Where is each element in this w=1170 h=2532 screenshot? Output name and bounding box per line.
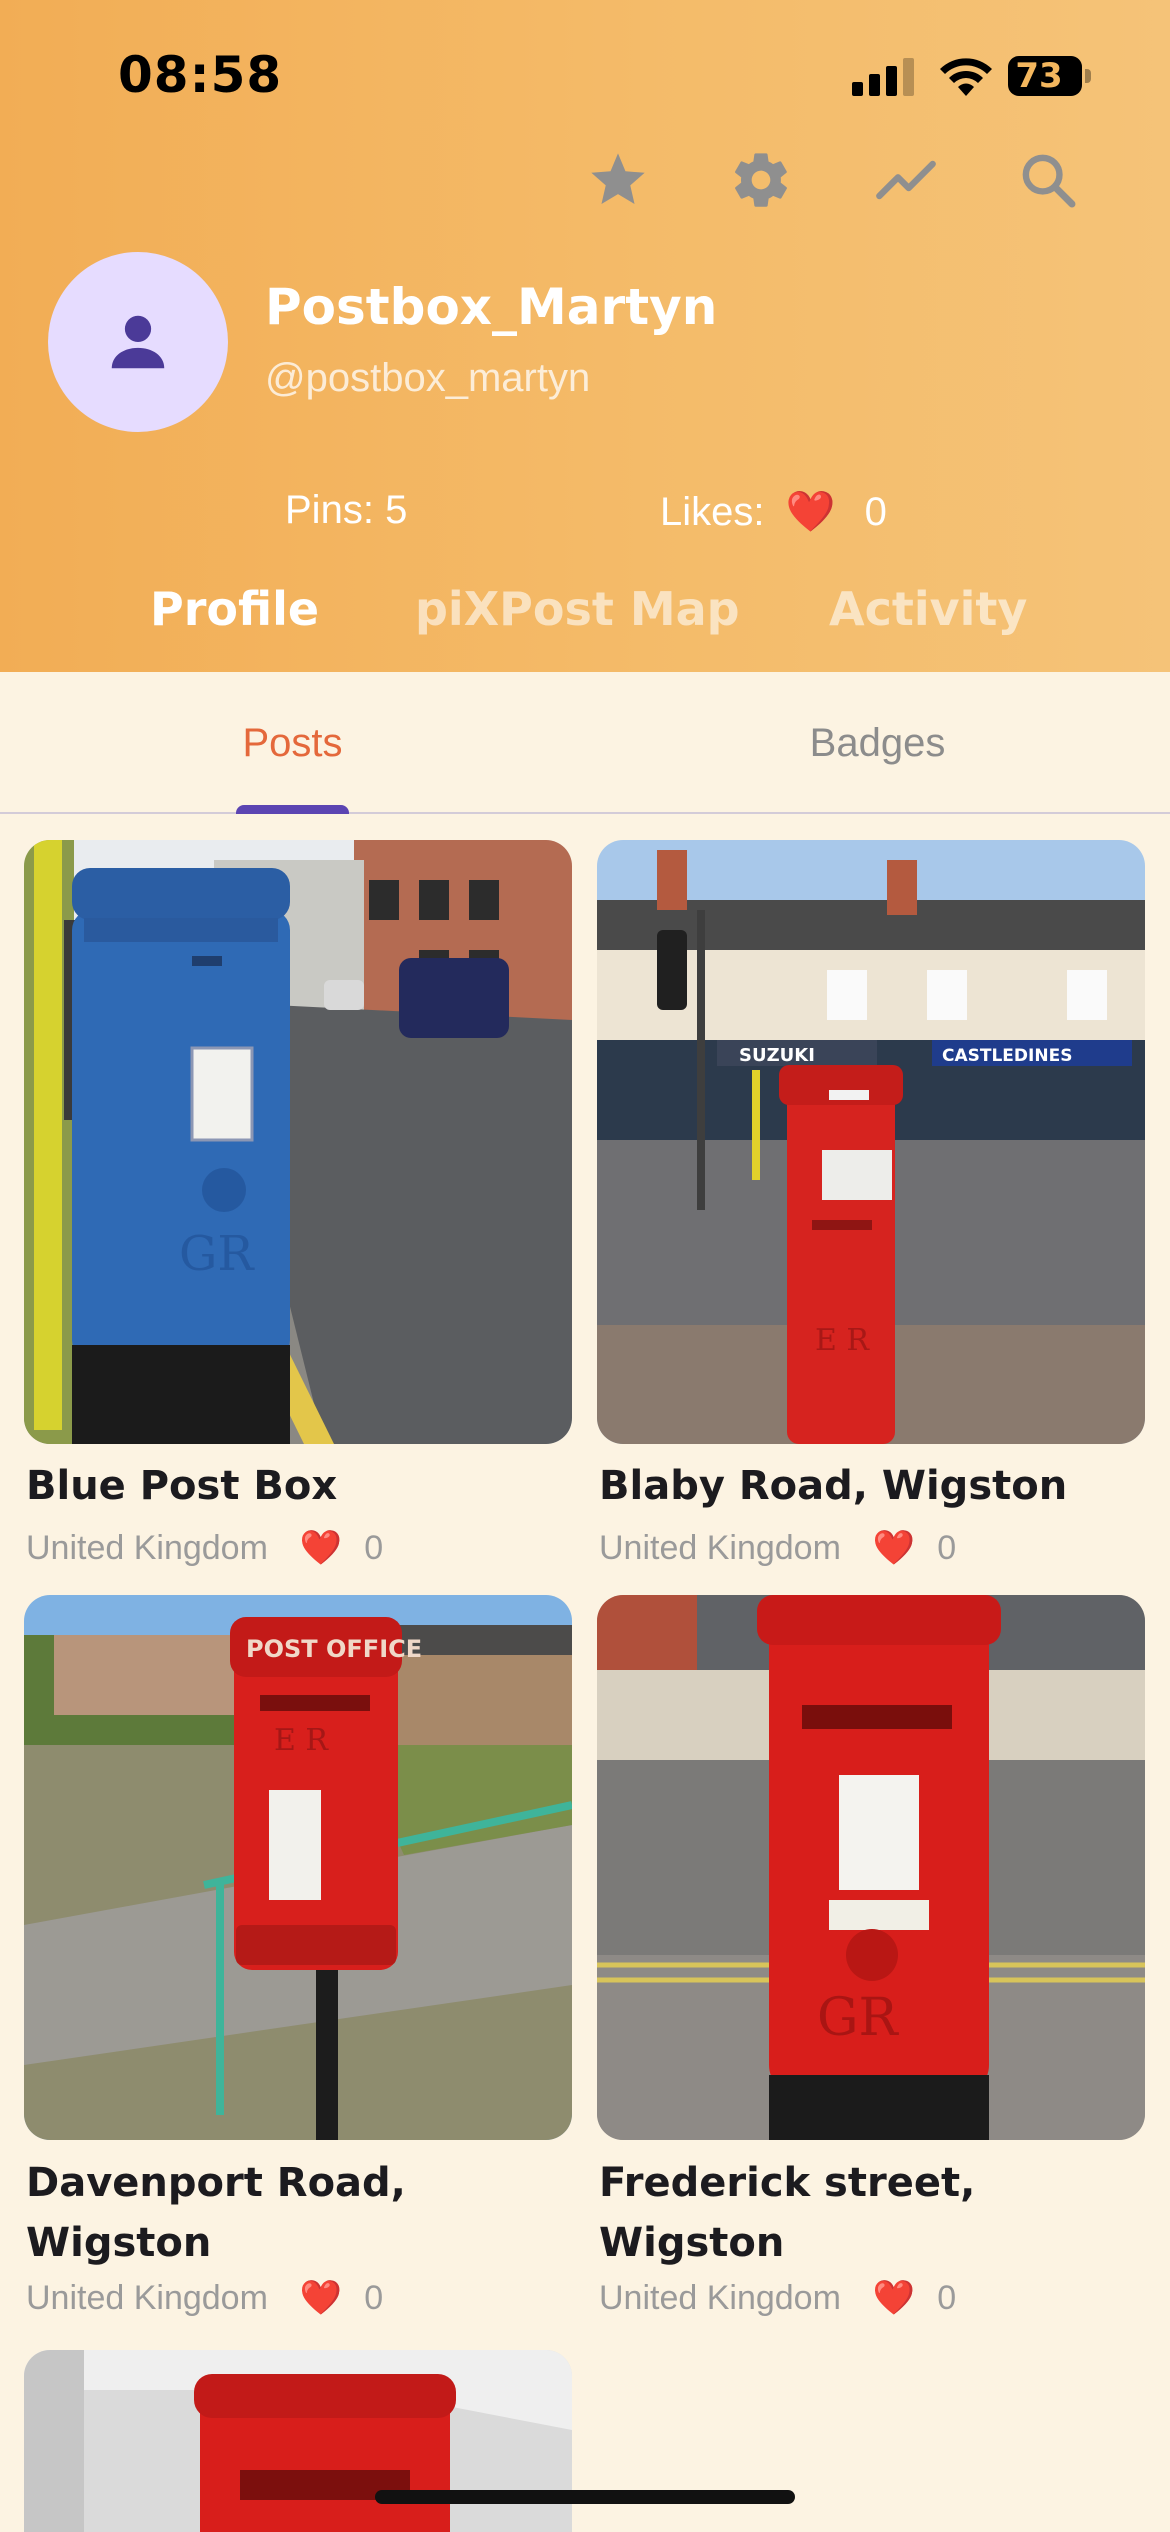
post-likes: 0 <box>937 2279 957 2317</box>
post-photo[interactable] <box>24 2350 572 2532</box>
subtab-badges[interactable]: Badges <box>585 672 1170 814</box>
signal-bar-2 <box>869 74 880 96</box>
post-country: United Kingdom <box>26 1529 268 1567</box>
trending-icon[interactable] <box>874 148 938 212</box>
post-photo[interactable]: GR <box>24 840 572 1444</box>
post-title: Blaby Road, Wigston <box>599 1463 1068 1509</box>
heart-icon[interactable]: ❤️ <box>873 1529 915 1567</box>
svg-text:E R: E R <box>274 1723 329 1758</box>
signal-bar-3 <box>886 66 897 96</box>
post-card-davenport-road[interactable]: POST OFFICE E R Davenport Road, Wigston … <box>24 1595 572 2365</box>
signal-bar-1 <box>852 82 863 96</box>
likes-label: Likes: <box>660 490 765 534</box>
search-icon[interactable] <box>1016 148 1080 212</box>
post-photo[interactable]: GR <box>597 1595 1145 2140</box>
post-likes: 0 <box>364 1529 384 1567</box>
red-post-box-photo: SUZUKI CASTLEDINES E R <box>597 840 1145 1444</box>
svg-text:E R: E R <box>815 1323 870 1358</box>
avatar[interactable] <box>48 252 228 432</box>
post-likes: 0 <box>937 1529 957 1567</box>
battery-cap <box>1085 69 1091 83</box>
wifi-icon <box>940 58 992 96</box>
blue-pillar-box-photo: GR <box>24 840 572 1444</box>
likes-count: 0 <box>864 490 887 534</box>
subtab-bar: Posts Badges <box>0 672 1170 814</box>
username: @postbox_martyn <box>265 356 591 400</box>
person-icon <box>111 315 165 369</box>
subtab-posts[interactable]: Posts <box>0 672 585 814</box>
post-title: Frederick street, Wigston <box>599 2160 976 2266</box>
svg-text:POST OFFICE: POST OFFICE <box>246 1635 422 1663</box>
profile-header: 08:58 73 Postbox_Martyn @postbox_martyn … <box>0 0 1170 672</box>
post-meta: United Kingdom ❤️ 0 <box>599 1528 956 1568</box>
svg-text:GR: GR <box>817 1988 900 2048</box>
signal-bar-4 <box>903 58 914 96</box>
likes-stat: Likes: ❤️ 0 <box>660 488 887 535</box>
post-country: United Kingdom <box>599 2279 841 2317</box>
pins-label: Pins: <box>285 488 374 532</box>
battery-icon: 73 <box>1008 56 1082 96</box>
post-meta: United Kingdom ❤️ 0 <box>26 1528 383 1568</box>
post-country: United Kingdom <box>26 2279 268 2317</box>
post-card-frederick-street[interactable]: GR Frederick street, Wigston United King… <box>597 1595 1145 2365</box>
subtab-active-indicator <box>236 805 349 814</box>
post-card-blaby-road[interactable]: SUZUKI CASTLEDINES E R Blaby Road, Wigst… <box>597 840 1145 1580</box>
status-time: 08:58 <box>118 46 283 104</box>
post-card-partial[interactable] <box>24 2350 572 2532</box>
gear-icon[interactable] <box>729 148 793 212</box>
red-wall-box-photo: POST OFFICE E R <box>24 1595 572 2140</box>
svg-text:GR: GR <box>179 1226 255 1282</box>
status-icons: 73 <box>852 52 1092 104</box>
post-title: Davenport Road, Wigston <box>26 2160 406 2266</box>
subtab-divider <box>0 812 1170 814</box>
tab-activity[interactable]: Activity <box>829 582 1027 636</box>
pins-count: 5 <box>385 488 408 532</box>
post-meta: United Kingdom ❤️ 0 <box>599 2278 956 2318</box>
post-card-blue-post-box[interactable]: GR Blue Post Box United Kingdom ❤️ 0 <box>24 840 572 1580</box>
post-photo[interactable]: SUZUKI CASTLEDINES E R <box>597 840 1145 1444</box>
star-icon[interactable] <box>586 148 650 212</box>
post-meta: United Kingdom ❤️ 0 <box>26 2278 383 2318</box>
battery-level: 73 <box>1015 56 1063 96</box>
pins-stat: Pins: 5 <box>285 488 407 533</box>
post-likes: 0 <box>364 2279 384 2317</box>
post-country: United Kingdom <box>599 1529 841 1567</box>
tab-profile[interactable]: Profile <box>150 582 319 636</box>
home-indicator[interactable] <box>375 2490 795 2504</box>
svg-text:CASTLEDINES: CASTLEDINES <box>942 1046 1072 1066</box>
red-post-box-partial-photo <box>24 2350 572 2532</box>
heart-icon[interactable]: ❤️ <box>873 2279 915 2317</box>
display-name: Postbox_Martyn <box>265 278 718 336</box>
post-title: Blue Post Box <box>26 1463 338 1509</box>
post-photo[interactable]: POST OFFICE E R <box>24 1595 572 2140</box>
heart-icon[interactable]: ❤️ <box>300 2279 342 2317</box>
svg-text:SUZUKI: SUZUKI <box>739 1045 815 1066</box>
tab-pixpost-map[interactable]: piXPost Map <box>415 582 740 636</box>
red-pillar-box-photo: GR <box>597 1595 1145 2140</box>
heart-icon[interactable]: ❤️ <box>300 1529 342 1567</box>
heart-icon: ❤️ <box>785 490 836 534</box>
